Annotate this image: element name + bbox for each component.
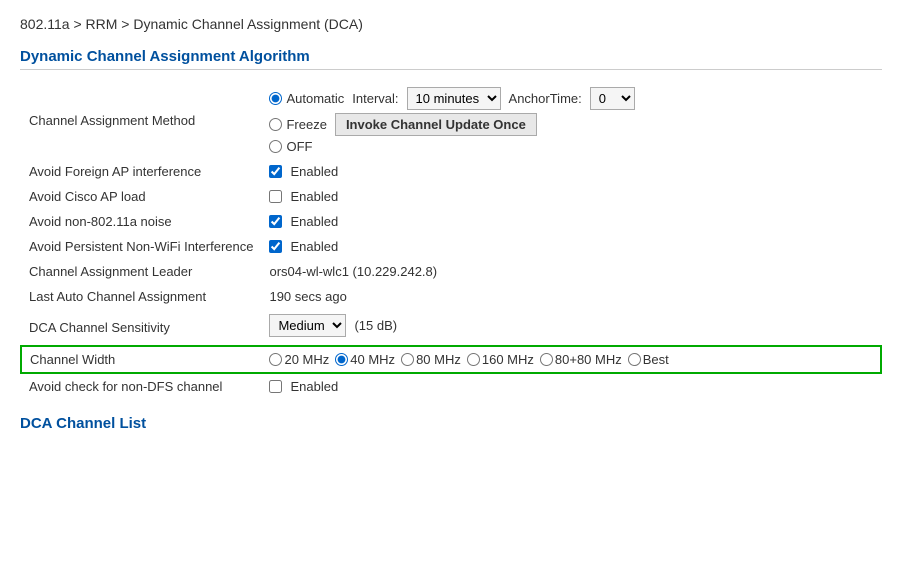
anchor-time-select[interactable]: 0123 4567 891011 12131415 16171819 20212…: [590, 87, 635, 110]
avoid-cisco-ap-label: Avoid Cisco AP load: [21, 184, 261, 209]
channel-width-label: Channel Width: [21, 346, 261, 373]
avoid-non-dfs-checkbox[interactable]: [269, 380, 282, 393]
avoid-cisco-ap-checkbox[interactable]: [269, 190, 282, 203]
avoid-non-80211a-enabled: Enabled: [290, 214, 338, 229]
channel-width-160mhz[interactable]: 160 MHz: [467, 352, 534, 367]
avoid-non-80211a-value: Enabled: [261, 209, 881, 234]
avoid-foreign-ap-value: Enabled: [261, 159, 881, 184]
channel-width-80plus80mhz[interactable]: 80+80 MHz: [540, 352, 622, 367]
avoid-foreign-ap-label: Avoid Foreign AP interference: [21, 159, 261, 184]
channel-width-40mhz[interactable]: 40 MHz: [335, 352, 395, 367]
dca-channel-sensitivity-label: DCA Channel Sensitivity: [21, 309, 261, 346]
dca-channel-sensitivity-value: Low Medium High (15 dB): [261, 309, 881, 346]
anchor-time-label: AnchorTime:: [509, 91, 582, 106]
radio-automatic-label: Automatic: [286, 91, 344, 106]
last-auto-channel-label: Last Auto Channel Assignment: [21, 284, 261, 309]
radio-automatic[interactable]: [269, 92, 282, 105]
avoid-persistent-enabled: Enabled: [290, 239, 338, 254]
avoid-foreign-ap-checkbox[interactable]: [269, 165, 282, 178]
avoid-cisco-ap-value: Enabled: [261, 184, 881, 209]
dca-channel-sensitivity-db: (15 dB): [354, 318, 397, 333]
dca-channel-sensitivity-select[interactable]: Low Medium High: [269, 314, 346, 337]
interval-label: Interval:: [352, 91, 398, 106]
radio-freeze[interactable]: [269, 118, 282, 131]
radio-off[interactable]: [269, 140, 282, 153]
avoid-non-dfs-enabled: Enabled: [290, 379, 338, 394]
breadcrumb: 802.11a > RRM > Dynamic Channel Assignme…: [20, 16, 882, 32]
channel-assignment-method-label: Channel Assignment Method: [21, 82, 261, 159]
radio-best[interactable]: [628, 353, 641, 366]
radio-40mhz[interactable]: [335, 353, 348, 366]
avoid-non-80211a-checkbox[interactable]: [269, 215, 282, 228]
avoid-non-dfs-label: Avoid check for non-DFS channel: [21, 373, 261, 399]
channel-assignment-leader-label: Channel Assignment Leader: [21, 259, 261, 284]
channel-width-best[interactable]: Best: [628, 352, 669, 367]
avoid-persistent-checkbox[interactable]: [269, 240, 282, 253]
avoid-cisco-ap-enabled: Enabled: [290, 189, 338, 204]
interval-select[interactable]: 10 minutes 30 minutes 1 hour 2 hours 4 h…: [407, 87, 501, 110]
radio-freeze-label: Freeze: [286, 117, 326, 132]
channel-width-value: 20 MHz 40 MHz 80 MHz 160 MHz 80+80 MHz: [261, 346, 881, 373]
radio-80plus80mhz[interactable]: [540, 353, 553, 366]
section2-title: DCA Channel List: [20, 415, 882, 432]
avoid-foreign-ap-enabled: Enabled: [290, 164, 338, 179]
invoke-channel-update-button[interactable]: Invoke Channel Update Once: [335, 113, 537, 136]
radio-20mhz[interactable]: [269, 353, 282, 366]
channel-assignment-method-value: Automatic Interval: 10 minutes 30 minute…: [261, 82, 881, 159]
avoid-persistent-value: Enabled: [261, 234, 881, 259]
avoid-persistent-label: Avoid Persistent Non-WiFi Interference: [21, 234, 261, 259]
radio-off-label: OFF: [286, 139, 312, 154]
radio-160mhz[interactable]: [467, 353, 480, 366]
channel-width-80mhz[interactable]: 80 MHz: [401, 352, 461, 367]
channel-width-20mhz[interactable]: 20 MHz: [269, 352, 329, 367]
avoid-non-80211a-label: Avoid non-802.11a noise: [21, 209, 261, 234]
radio-80mhz[interactable]: [401, 353, 414, 366]
section1-title: Dynamic Channel Assignment Algorithm: [20, 48, 882, 70]
avoid-non-dfs-value: Enabled: [261, 373, 881, 399]
channel-assignment-leader-value: ors04-wl-wlc1 (10.229.242.8): [261, 259, 881, 284]
last-auto-channel-value: 190 secs ago: [261, 284, 881, 309]
